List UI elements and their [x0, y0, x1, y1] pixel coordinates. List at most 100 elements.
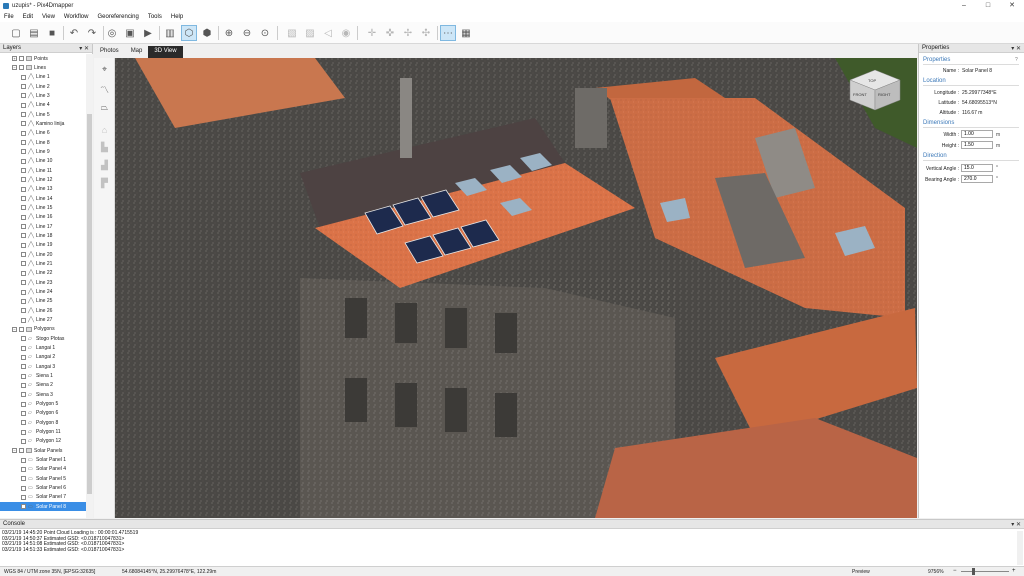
visibility-checkbox[interactable]	[21, 438, 26, 444]
layer-group-row[interactable]: − Polygons	[0, 325, 86, 334]
visibility-checkbox[interactable]	[21, 336, 26, 342]
expand-toggle-icon[interactable]: +	[12, 56, 17, 61]
visibility-checkbox[interactable]	[21, 364, 26, 370]
cube-icon[interactable]: ⬢	[199, 25, 215, 41]
mosaic-icon[interactable]: ▣	[122, 25, 138, 41]
target-icon[interactable]: ⌖	[97, 62, 112, 77]
layer-row[interactable]: ╱╲ Line 20	[0, 250, 86, 259]
panel-layout-icon[interactable]: ▦	[458, 25, 474, 41]
select-point-icon[interactable]: ✛	[364, 25, 380, 41]
visibility-checkbox[interactable]	[21, 214, 26, 220]
volume-remove-icon[interactable]: ▛	[97, 176, 112, 191]
visibility-checkbox[interactable]	[21, 196, 26, 202]
maximize-button[interactable]: □	[976, 0, 1000, 11]
visibility-checkbox[interactable]	[21, 177, 26, 183]
visibility-checkbox[interactable]	[21, 270, 26, 276]
visibility-checkbox[interactable]	[21, 354, 26, 360]
help-icon[interactable]: ?	[1015, 57, 1018, 63]
zoom-in-icon[interactable]: +	[1012, 568, 1016, 574]
visibility-checkbox[interactable]	[21, 392, 26, 398]
zoom-in-icon[interactable]: ⊕	[221, 25, 237, 41]
layer-row[interactable]: ╱╲ Line 9	[0, 147, 86, 156]
layers-pin-close[interactable]: ▾ ✕	[79, 45, 89, 52]
visibility-checkbox[interactable]	[21, 345, 26, 351]
polyline-icon[interactable]: 〽	[97, 82, 112, 97]
map-view-icon[interactable]: ◎	[104, 25, 120, 41]
zoom-out-icon[interactable]: −	[953, 568, 957, 574]
layer-row[interactable]: ▱ Polygon 12	[0, 437, 86, 446]
properties-pin-close[interactable]: ▾ ✕	[1011, 45, 1021, 52]
visibility-checkbox[interactable]	[21, 149, 26, 155]
surface-icon[interactable]: ⏢	[97, 100, 112, 115]
layer-row[interactable]: ╱╲ Line 12	[0, 175, 86, 184]
layer-row[interactable]: ╱╲ Line 26	[0, 306, 86, 315]
visibility-checkbox[interactable]	[21, 186, 26, 192]
layer-row[interactable]: ▭ Solar Panel 1	[0, 456, 86, 465]
layer-row[interactable]: ▭ Solar Panel 5	[0, 474, 86, 483]
expand-toggle-icon[interactable]: −	[12, 65, 17, 71]
visibility-checkbox[interactable]	[21, 317, 26, 323]
add-point-icon[interactable]: ✜	[382, 25, 398, 41]
visibility-checkbox[interactable]	[21, 252, 26, 258]
expand-toggle-icon[interactable]: −	[12, 326, 17, 332]
bearing-angle-input[interactable]	[961, 175, 993, 183]
visibility-checkbox[interactable]	[21, 420, 26, 426]
visibility-checkbox[interactable]	[21, 373, 26, 379]
scrollbar-thumb[interactable]	[87, 114, 92, 494]
measure-icon[interactable]: ▨	[302, 25, 318, 41]
layer-row[interactable]: ▭ Solar Panel 7	[0, 493, 86, 502]
layer-row[interactable]: ▱ Langai 2	[0, 353, 86, 362]
tab-map[interactable]: Map	[125, 46, 149, 58]
layer-row[interactable]: ╱╲ Line 23	[0, 278, 86, 287]
layer-row[interactable]: ▱ Stogo Plotas	[0, 334, 86, 343]
layer-row[interactable]: ╱╲ Line 27	[0, 316, 86, 325]
visibility-checkbox[interactable]	[19, 65, 24, 71]
height-input[interactable]	[961, 141, 993, 149]
menu-help[interactable]: Help	[171, 14, 183, 20]
expand-toggle-icon[interactable]: −	[12, 448, 17, 454]
menu-view[interactable]: View	[42, 14, 55, 20]
layer-row[interactable]: ╱╲ Line 11	[0, 166, 86, 175]
layer-row[interactable]: ▭ Solar Panel 4	[0, 465, 86, 474]
layer-row[interactable]: ▱ Polygon 11	[0, 428, 86, 437]
visibility-checkbox[interactable]	[21, 130, 26, 136]
annotation-icon[interactable]: ⋯	[440, 25, 456, 41]
layer-row[interactable]: ╱╲ Line 14	[0, 194, 86, 203]
layer-row[interactable]: ╱╲ Line 4	[0, 101, 86, 110]
layer-row[interactable]: ╱╲ Line 5	[0, 110, 86, 119]
visibility-checkbox[interactable]	[21, 308, 26, 314]
visibility-checkbox[interactable]	[21, 93, 26, 99]
menu-workflow[interactable]: Workflow	[64, 14, 89, 20]
zoom-fit-icon[interactable]: ⊙	[257, 25, 273, 41]
layer-group-row[interactable]: − Lines	[0, 63, 86, 72]
layer-row[interactable]: ╱╲ Line 3	[0, 91, 86, 100]
layers-toggle-icon[interactable]: ▥	[162, 25, 178, 41]
menu-edit[interactable]: Edit	[23, 14, 33, 20]
layer-row[interactable]: ╱╲ Line 10	[0, 157, 86, 166]
layer-row[interactable]: ╱╲ Line 21	[0, 259, 86, 268]
layer-row[interactable]: ╱╲ Kamino linija	[0, 119, 86, 128]
3d-viewport[interactable]: TOP FRONT RIGHT	[115, 58, 917, 518]
layer-row[interactable]: ▱ Polygon 8	[0, 418, 86, 427]
width-input[interactable]	[961, 130, 993, 138]
open-project-icon[interactable]: ▤	[26, 25, 42, 41]
video-icon[interactable]: ▶	[140, 25, 156, 41]
visibility-checkbox[interactable]	[21, 457, 26, 463]
layer-group-row[interactable]: + Points	[0, 54, 86, 63]
layer-row[interactable]: ╱╲ Line 16	[0, 213, 86, 222]
menu-file[interactable]: File	[4, 14, 14, 20]
layer-row[interactable]: ▭ Solar Panel 6	[0, 484, 86, 493]
menu-georeferencing[interactable]: Georeferencing	[97, 14, 138, 20]
layer-row[interactable]: ▱ Siena 1	[0, 372, 86, 381]
layer-row[interactable]: ╱╲ Line 2	[0, 82, 86, 91]
visibility-checkbox[interactable]	[21, 382, 26, 388]
visibility-checkbox[interactable]	[21, 298, 26, 304]
layer-row[interactable]: ▱ Langai 1	[0, 344, 86, 353]
visibility-checkbox[interactable]	[19, 56, 24, 61]
visibility-checkbox[interactable]	[21, 140, 26, 146]
visibility-checkbox[interactable]	[21, 224, 26, 230]
layer-row[interactable]: ╱╲ Line 17	[0, 222, 86, 231]
volume-add-icon[interactable]: ▙	[97, 140, 112, 155]
visibility-checkbox[interactable]	[21, 74, 26, 80]
visibility-checkbox[interactable]	[21, 476, 26, 482]
